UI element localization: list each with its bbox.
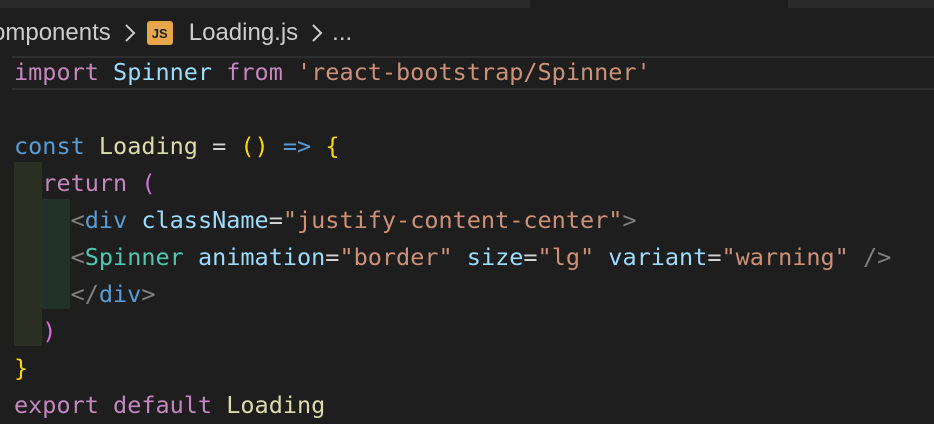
code-token: </ — [70, 280, 99, 308]
code-line-text: const Loading = () => { — [14, 128, 339, 165]
code-token: = — [707, 243, 722, 271]
code-token: < — [70, 206, 85, 234]
code-token: size — [466, 243, 524, 271]
breadcrumb-folder[interactable]: omponents — [0, 19, 111, 47]
code-line-text: <div className="justify-content-center"> — [14, 202, 637, 239]
code-line[interactable]: return ( — [0, 165, 934, 202]
code-line-text: </div> — [14, 276, 156, 313]
code-token: export — [14, 391, 99, 419]
code-token: "warning" — [721, 243, 849, 271]
code-token: const — [14, 132, 85, 160]
code-token: import — [14, 58, 99, 86]
code-token: = — [523, 243, 538, 271]
code-token: { — [325, 132, 340, 160]
code-token: div — [84, 206, 128, 234]
breadcrumb-more[interactable]: ... — [332, 19, 352, 47]
code-line[interactable]: const Loading = () => { — [0, 128, 934, 165]
code-token: return — [42, 169, 128, 197]
tab-bar-segment — [788, 0, 934, 8]
code-token: default — [113, 391, 213, 419]
code-token: < — [70, 243, 85, 271]
code-line-text: return ( — [14, 165, 156, 202]
code-token: "lg" — [537, 243, 595, 271]
code-token: Spinner — [84, 243, 184, 271]
code-token: className — [141, 206, 269, 234]
code-editor[interactable]: omponents JS Loading.js ... import Spinn… — [0, 0, 934, 424]
code-line[interactable]: <Spinner animation="border" size="lg" va… — [0, 239, 934, 276]
code-token: ) — [42, 317, 57, 345]
javascript-file-icon: JS — [146, 21, 173, 45]
code-token: Spinner — [113, 58, 213, 86]
code-token: > — [622, 206, 637, 234]
code-token: => — [282, 132, 312, 160]
code-token: from — [226, 58, 283, 86]
code-line[interactable]: import Spinner from 'react-bootstrap/Spi… — [0, 54, 934, 91]
code-line-text: export default Loading — [14, 387, 325, 424]
chevron-right-icon — [306, 18, 328, 48]
code-line[interactable]: } — [0, 350, 934, 387]
code-token: "justify-content-center" — [282, 206, 623, 234]
code-line[interactable]: </div> — [0, 276, 934, 313]
code-token: Loading — [98, 132, 198, 160]
code-token: > — [141, 280, 156, 308]
code-token: = — [197, 132, 241, 160]
code-token: = — [268, 206, 283, 234]
tab-bar-edge — [0, 0, 934, 8]
code-token: Loading — [226, 391, 326, 419]
code-token: animation — [197, 243, 326, 271]
chevron-right-icon — [119, 18, 141, 48]
code-token: /> — [863, 243, 892, 271]
code-line[interactable]: export default Loading — [0, 387, 934, 424]
tab-bar-segment — [0, 0, 530, 8]
code-line[interactable] — [0, 91, 934, 128]
code-line-text: } — [14, 350, 28, 387]
code-line-text: ) — [14, 313, 56, 350]
code-token: 'react-bootstrap/Spinner' — [297, 58, 651, 86]
code-line[interactable]: ) — [0, 313, 934, 350]
code-token: ( — [141, 169, 156, 197]
code-line[interactable]: <div className="justify-content-center"> — [0, 202, 934, 239]
code-token: () — [240, 132, 269, 160]
code-token: } — [14, 354, 29, 382]
code-token: variant — [608, 243, 708, 271]
breadcrumb: omponents JS Loading.js ... — [0, 10, 934, 56]
code-token: = — [325, 243, 340, 271]
code-area[interactable]: import Spinner from 'react-bootstrap/Spi… — [0, 54, 934, 424]
code-line-text: import Spinner from 'react-bootstrap/Spi… — [14, 54, 651, 91]
code-line-text: <Spinner animation="border" size="lg" va… — [14, 239, 892, 276]
breadcrumb-file[interactable]: Loading.js — [189, 19, 298, 47]
code-token: "border" — [339, 243, 453, 271]
code-token: div — [98, 280, 142, 308]
